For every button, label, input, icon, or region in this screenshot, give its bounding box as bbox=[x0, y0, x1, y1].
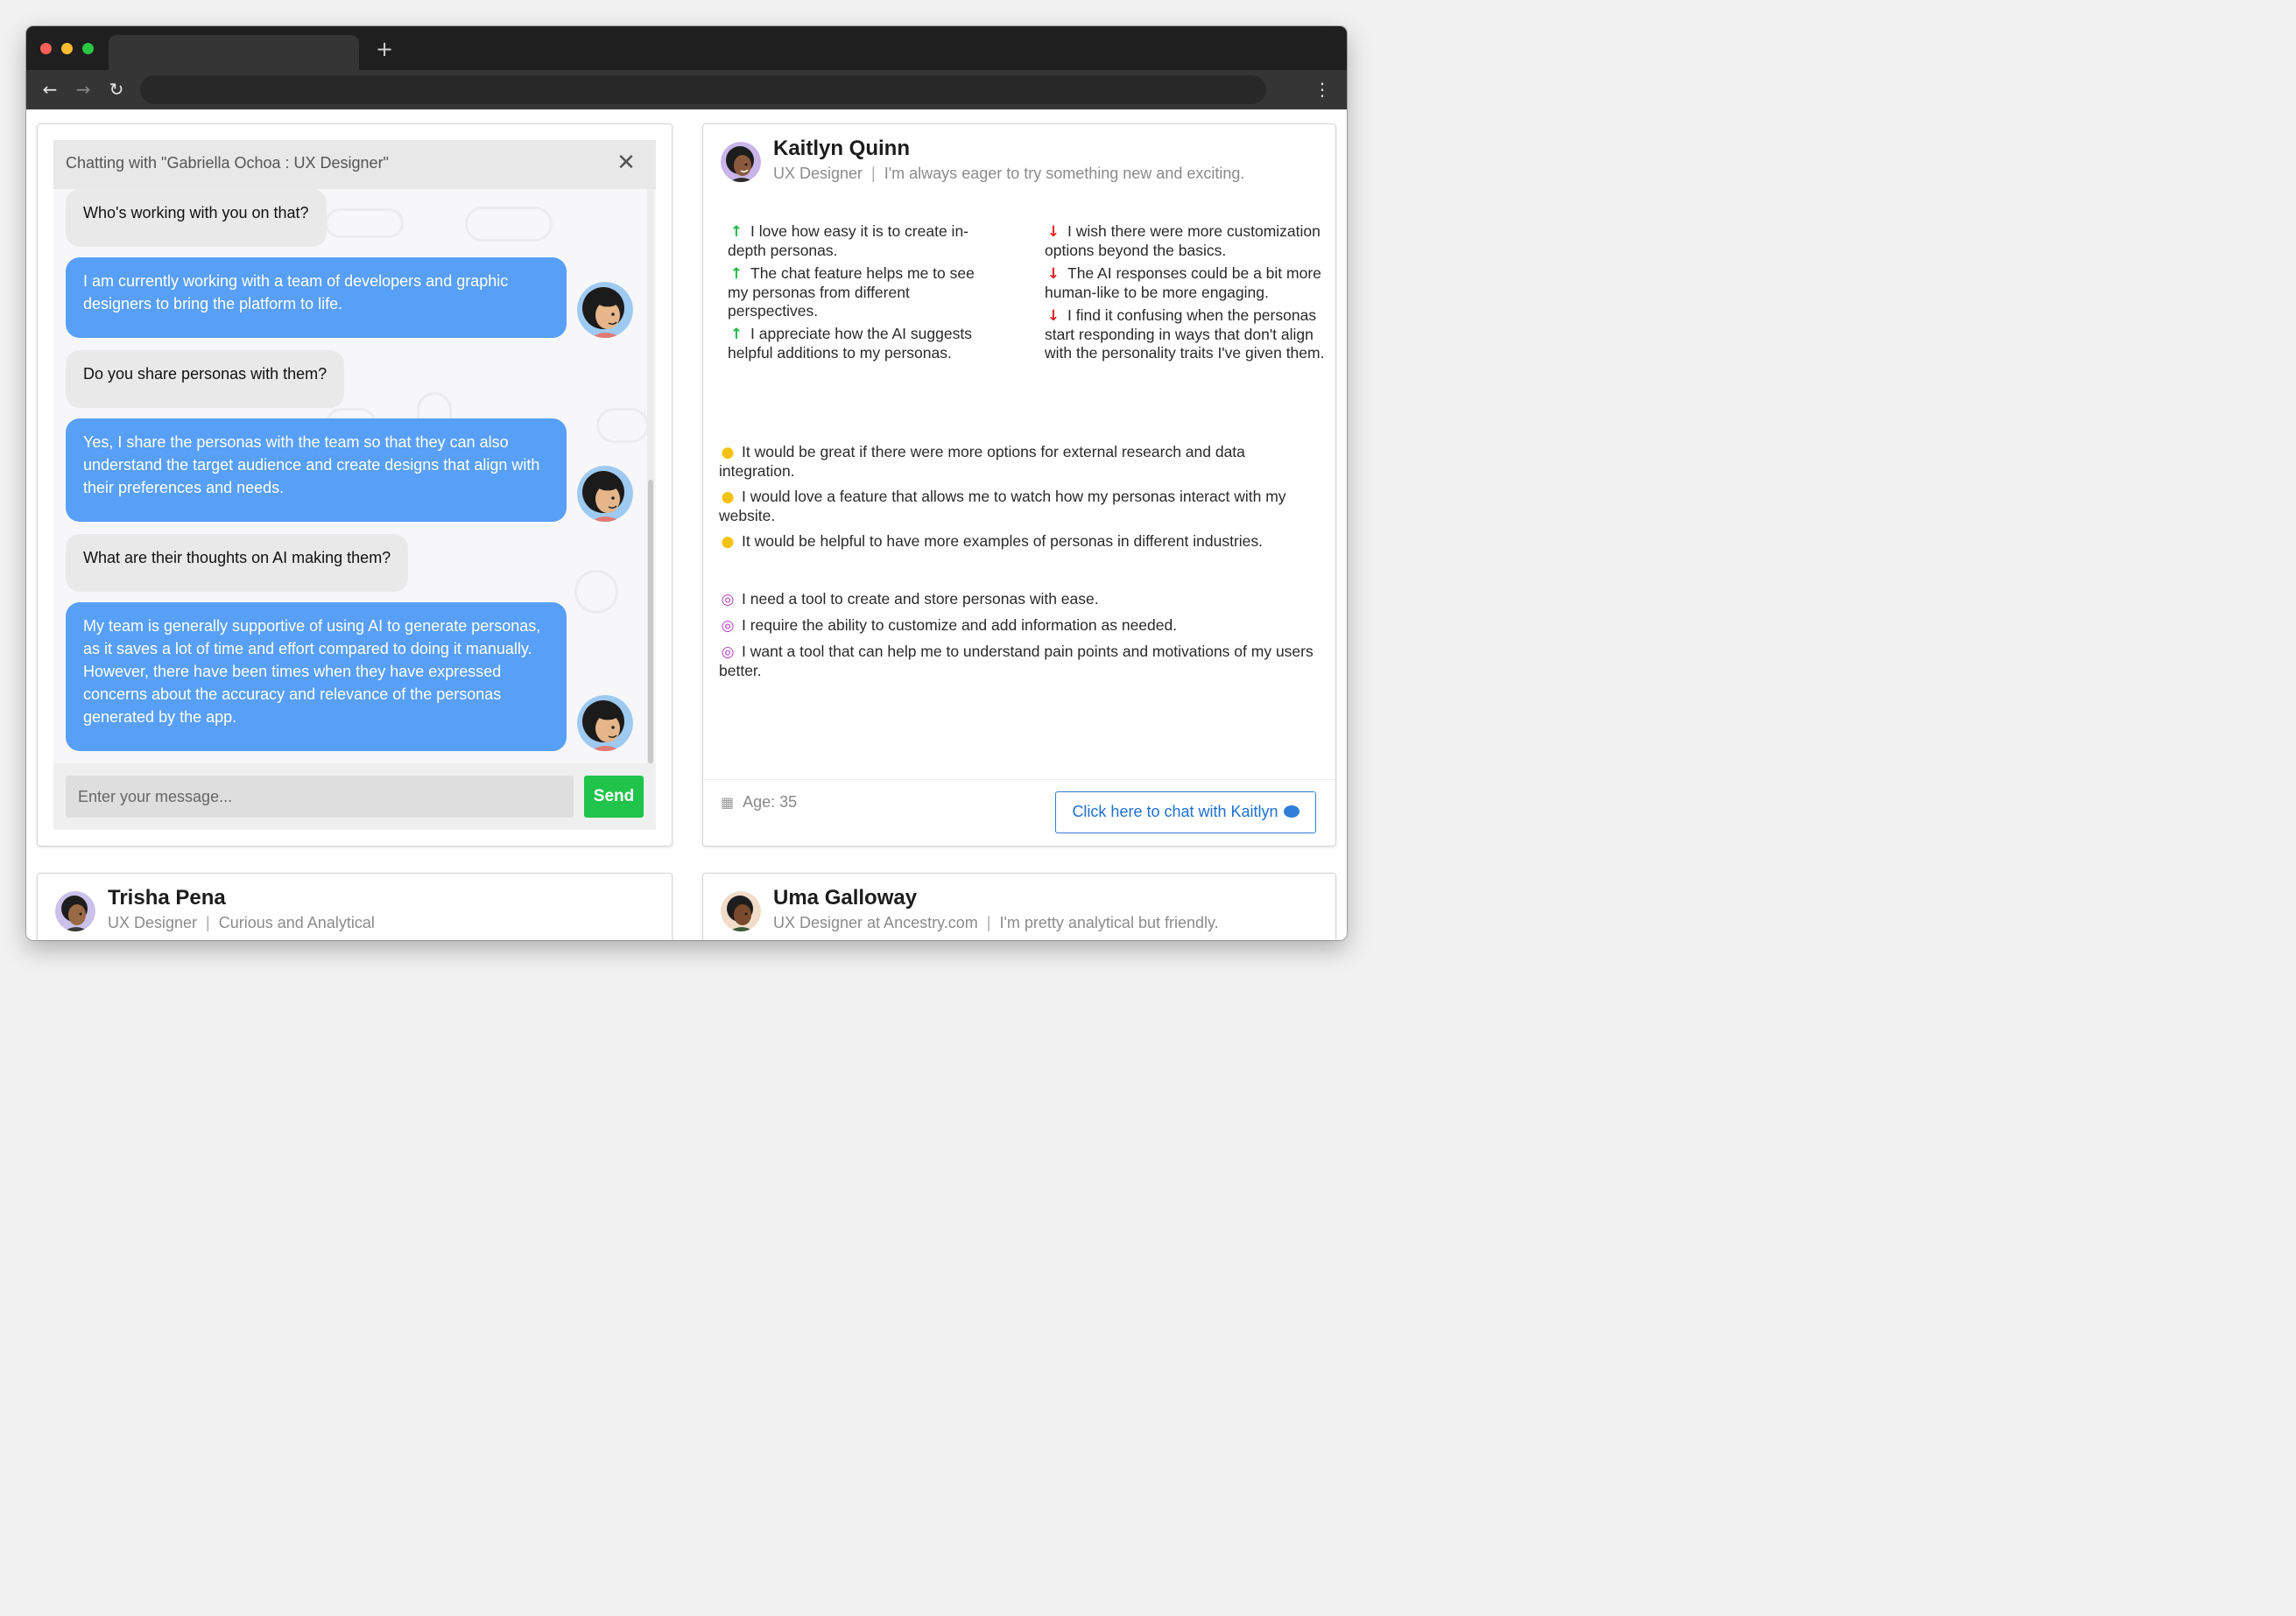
persona-name: Uma Galloway bbox=[773, 886, 918, 910]
persona-avatar bbox=[577, 695, 633, 751]
reload-icon[interactable]: ↻ bbox=[105, 78, 128, 101]
tab-bar: + bbox=[26, 26, 1347, 70]
persona-tagline: I'm always eager to try something new an… bbox=[884, 165, 1245, 182]
background-doodle bbox=[596, 408, 649, 443]
user-message: Who's working with you on that? bbox=[66, 189, 327, 247]
close-icon[interactable]: ✕ bbox=[614, 151, 638, 175]
list-item: ◎ I want a tool that can help me to under… bbox=[719, 643, 1314, 679]
arrow-up-icon: ↑ bbox=[729, 223, 743, 241]
new-tab-icon[interactable]: + bbox=[374, 39, 395, 60]
user-message: Do you share personas with them? bbox=[66, 350, 345, 408]
likes-list: ↑ I love how easy it is to create in-dept… bbox=[728, 222, 990, 367]
background-doodle bbox=[325, 208, 404, 238]
ideas-list: ● It would be great if there were more op… bbox=[719, 443, 1323, 559]
chat-composer: Send bbox=[53, 763, 656, 830]
forward-icon[interactable]: → bbox=[72, 78, 95, 101]
persona-tagline: Curious and Analytical bbox=[218, 914, 375, 931]
minimize-window-button[interactable] bbox=[61, 43, 73, 54]
target-icon: ◎ bbox=[721, 591, 735, 608]
address-bar[interactable] bbox=[140, 75, 1266, 104]
lightbulb-icon: ● bbox=[721, 444, 735, 461]
card-divider bbox=[703, 779, 1335, 780]
list-item: ◎ I require the ability to customize and … bbox=[719, 616, 1323, 636]
chat-panel: Chatting with "Gabriella Ochoa : UX Desi… bbox=[53, 140, 656, 830]
persona-avatar bbox=[577, 282, 633, 338]
close-window-button[interactable] bbox=[40, 43, 52, 54]
chat-title: Chatting with "Gabriella Ochoa : UX Desi… bbox=[66, 154, 389, 172]
list-item: ↑ I appreciate how the AI suggests helpfu… bbox=[728, 325, 972, 362]
chat-with-persona-button[interactable]: Click here to chat with Kaitlyn bbox=[1055, 791, 1316, 833]
target-icon: ◎ bbox=[721, 643, 735, 661]
chat-card: Chatting with "Gabriella Ochoa : UX Desi… bbox=[37, 123, 673, 847]
persona-name: Trisha Pena bbox=[108, 886, 226, 910]
chat-scrollbar-thumb[interactable] bbox=[648, 480, 653, 763]
list-item: ↑ The chat feature helps me to see my per… bbox=[728, 264, 975, 320]
arrow-up-icon: ↑ bbox=[729, 326, 743, 343]
calendar-icon: ▦ bbox=[721, 794, 735, 811]
persona-subtitle: UX Designer at Ancestry.com | I'm pretty a… bbox=[773, 914, 1219, 931]
back-icon[interactable]: ← bbox=[39, 78, 61, 101]
lightbulb-icon: ● bbox=[721, 533, 735, 551]
send-button[interactable]: Send bbox=[584, 776, 644, 818]
persona-role: UX Designer bbox=[108, 914, 198, 931]
menu-icon[interactable]: ⋮ bbox=[1314, 78, 1331, 101]
needs-list: ◎ I need a tool to create and store perso… bbox=[719, 590, 1323, 687]
chat-header: Chatting with "Gabriella Ochoa : UX Desi… bbox=[53, 140, 656, 189]
persona-subtitle: UX Designer | Curious and Analytical bbox=[108, 914, 375, 931]
persona-role: UX Designer at Ancestry.com bbox=[773, 914, 978, 931]
user-message: What are their thoughts on AI making the… bbox=[66, 534, 409, 592]
avatar bbox=[721, 891, 761, 931]
arrow-up-icon: ↑ bbox=[729, 265, 743, 283]
persona-message: My team is generally supportive of using… bbox=[66, 602, 567, 751]
list-item: ↑ I love how easy it is to create in-dept… bbox=[728, 222, 968, 259]
persona-name: Kaitlyn Quinn bbox=[773, 137, 910, 160]
browser-window: + ← → ↻ ⋮ Chatting with "Gabriella Ochoa… bbox=[26, 26, 1347, 940]
persona-avatar bbox=[577, 466, 633, 522]
age-label: Age: 35 bbox=[743, 793, 798, 811]
persona-role: UX Designer bbox=[773, 165, 863, 182]
avatar bbox=[55, 891, 95, 931]
browser-tab[interactable] bbox=[109, 35, 359, 70]
persona-card[interactable]: Trisha Pena UX Designer | Curious and Anal… bbox=[37, 873, 673, 940]
list-item: ● It would be helpful to have more exampl… bbox=[719, 532, 1323, 552]
chat-bubble-icon bbox=[1283, 805, 1299, 818]
persona-tagline: I'm pretty analytical but friendly. bbox=[999, 914, 1219, 931]
persona-card[interactable]: Uma Galloway UX Designer at Ancestry.com… bbox=[702, 873, 1336, 940]
list-item: ● It would be great if there were more op… bbox=[719, 443, 1245, 480]
list-item: ◎ I need a tool to create and store perso… bbox=[719, 590, 1323, 609]
maximize-window-button[interactable] bbox=[82, 43, 94, 54]
list-item: ↓ I find it confusing when the personas s… bbox=[1045, 306, 1325, 362]
chat-messages: Who's working with you on that? I am cur… bbox=[53, 189, 656, 763]
list-item: ↓ The AI responses could be a bit more hu… bbox=[1045, 264, 1321, 301]
avatar bbox=[721, 142, 761, 182]
message-input[interactable] bbox=[66, 776, 574, 818]
list-item: ↓ I wish there were more customization op… bbox=[1045, 222, 1321, 259]
background-doodle bbox=[465, 207, 553, 242]
dislikes-list: ↓ I wish there were more customization op… bbox=[1045, 222, 1325, 367]
background-doodle bbox=[574, 570, 618, 614]
persona-message: Yes, I share the personas with the team … bbox=[66, 418, 567, 522]
lightbulb-icon: ● bbox=[721, 488, 735, 506]
page-content: Chatting with "Gabriella Ochoa : UX Desi… bbox=[26, 109, 1347, 940]
persona-card: Kaitlyn Quinn UX Designer | I'm always eag… bbox=[702, 123, 1336, 847]
browser-toolbar: ← → ↻ ⋮ bbox=[26, 70, 1347, 109]
persona-message: I am currently working with a team of de… bbox=[66, 257, 567, 338]
arrow-down-icon: ↓ bbox=[1046, 307, 1060, 325]
target-icon: ◎ bbox=[721, 617, 735, 635]
list-item: ● I would love a feature that allows me t… bbox=[719, 488, 1286, 524]
arrow-down-icon: ↓ bbox=[1046, 223, 1060, 241]
age-info: ▦ Age: 35 bbox=[721, 793, 797, 812]
persona-subtitle: UX Designer | I'm always eager to try some… bbox=[773, 165, 1245, 182]
arrow-down-icon: ↓ bbox=[1046, 265, 1060, 283]
